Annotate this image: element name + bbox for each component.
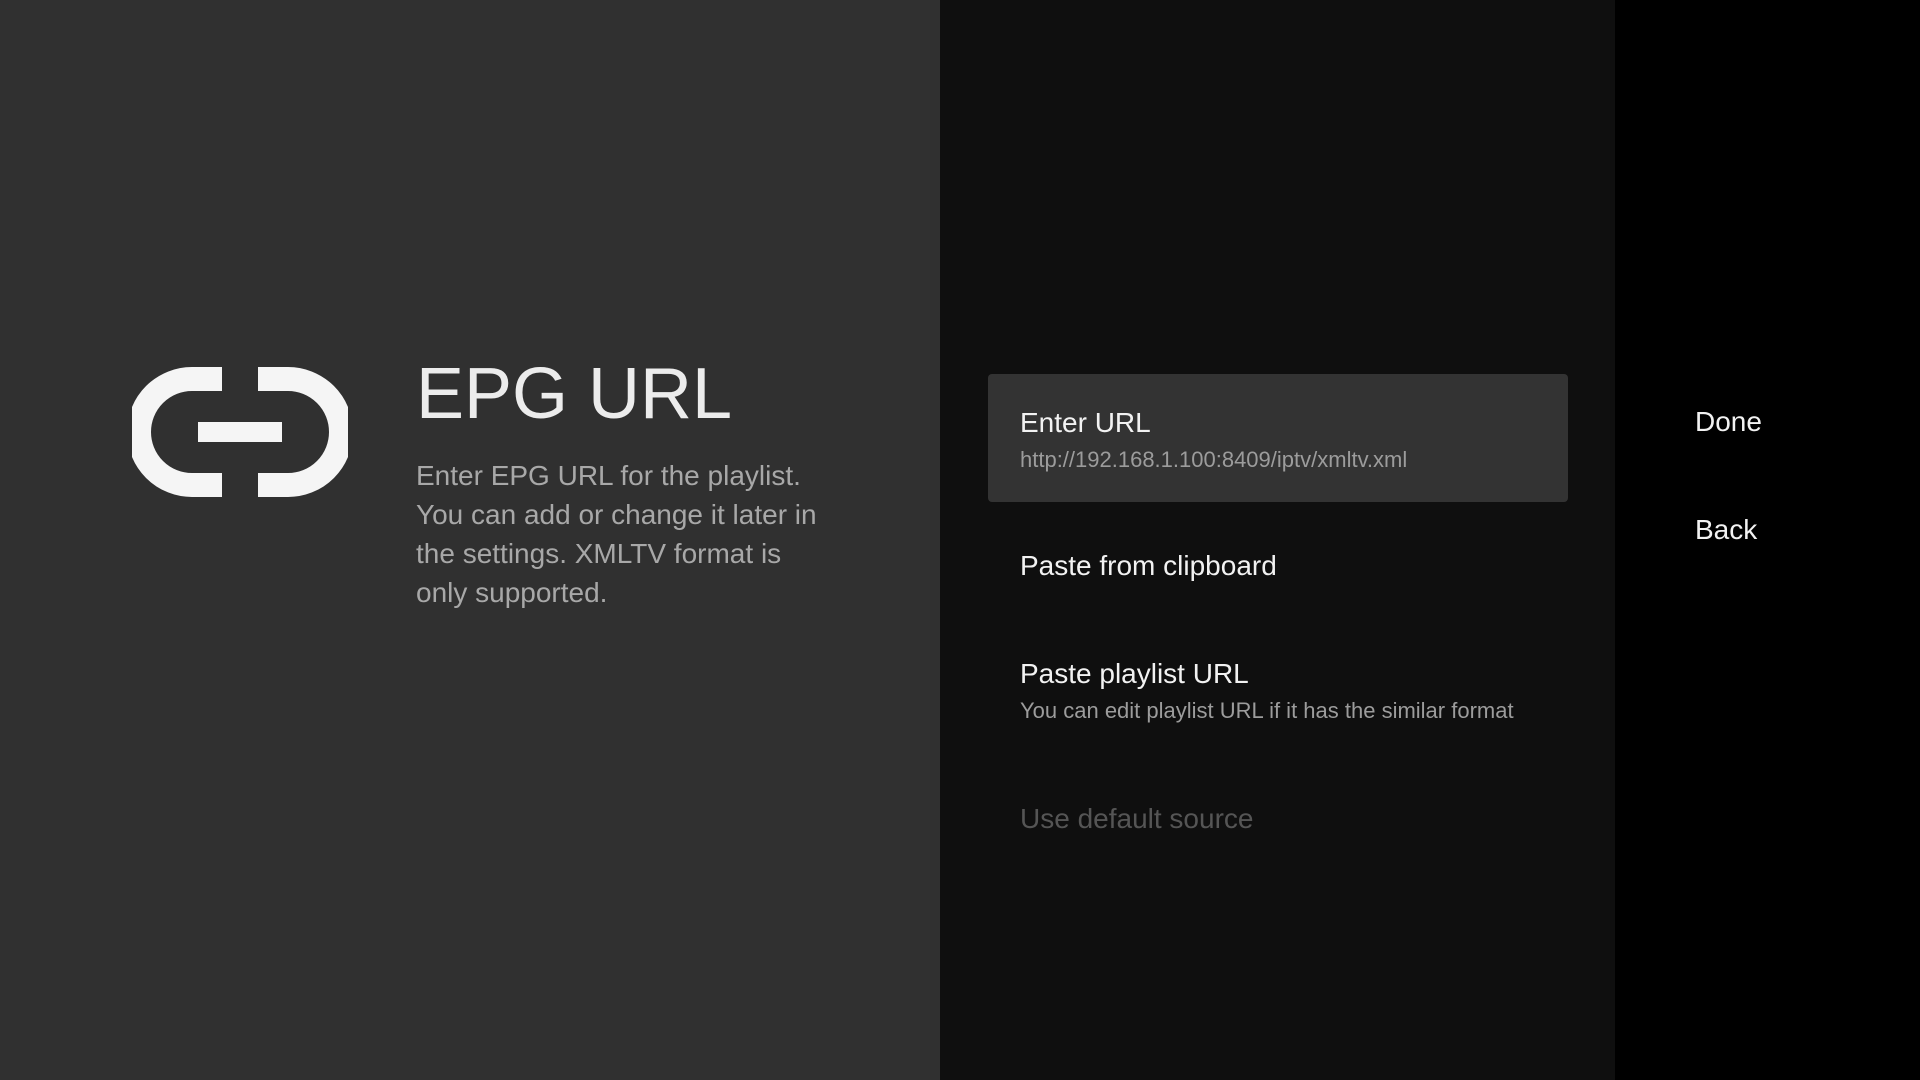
action-title: Paste from clipboard xyxy=(1020,550,1277,581)
action-use-default-source[interactable]: Use default source xyxy=(988,802,1568,836)
page-description: Enter EPG URL for the playlist. You can … xyxy=(416,460,817,608)
action-description: You can edit playlist URL if it has the … xyxy=(1020,698,1514,723)
guidance-panel: EPG URL Enter EPG URL for the playlist. … xyxy=(0,0,940,1080)
buttons-panel: Done Back xyxy=(1615,0,1920,1080)
back-button[interactable]: Back xyxy=(1695,513,1757,547)
action-title: Use default source xyxy=(1020,803,1254,834)
action-description: http://192.168.1.100:8409/iptv/xmltv.xml xyxy=(1020,447,1408,472)
page-title: EPG URL xyxy=(416,354,733,434)
action-paste-from-clipboard[interactable]: Paste from clipboard xyxy=(988,549,1568,583)
action-title: Paste playlist URL xyxy=(1020,658,1249,689)
actions-list: Enter URL http://192.168.1.100:8409/iptv… xyxy=(940,0,1615,1080)
done-button[interactable]: Done xyxy=(1695,405,1762,439)
action-title: Enter URL xyxy=(1020,407,1151,438)
action-enter-url[interactable]: Enter URL http://192.168.1.100:8409/iptv… xyxy=(988,374,1568,502)
action-paste-playlist-url[interactable]: Paste playlist URL You can edit playlist… xyxy=(988,657,1568,729)
link-icon xyxy=(132,367,348,497)
